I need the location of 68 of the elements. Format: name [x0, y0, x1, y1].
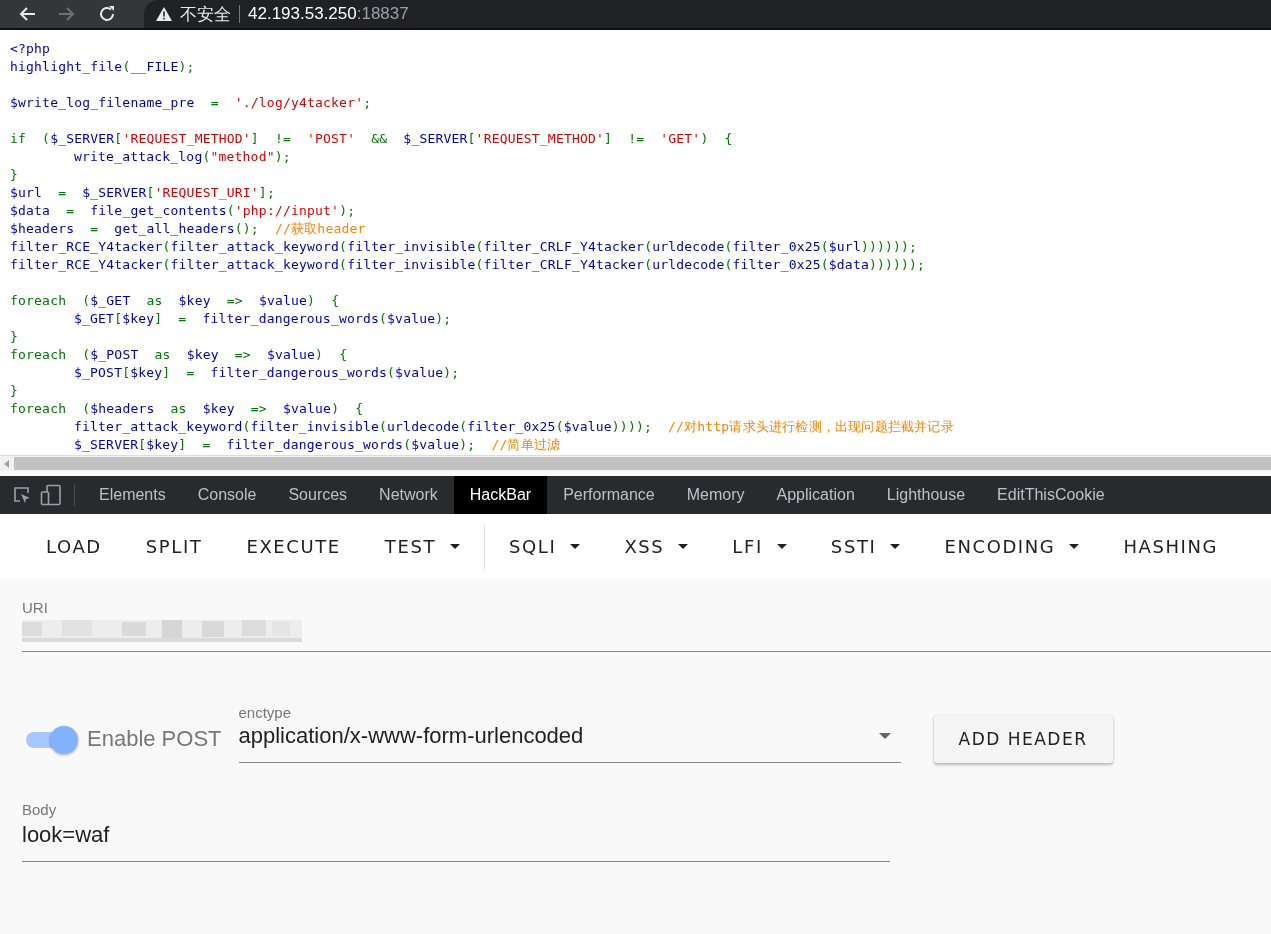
- devtools-tab[interactable]: EditThisCookie: [981, 476, 1121, 514]
- url-host: 42.193.53.250: [248, 4, 357, 24]
- caret-icon: [1069, 544, 1080, 549]
- caret-icon: [450, 544, 461, 549]
- caret-icon: [890, 544, 901, 549]
- toolbar-button[interactable]: XSS: [602, 525, 711, 568]
- inspect-icon[interactable]: [12, 485, 32, 505]
- switch-label: Enable POST: [87, 725, 222, 752]
- uri-field[interactable]: URI: [22, 599, 1271, 652]
- code-line: highlight_file(__FILE);: [10, 58, 195, 76]
- body-field[interactable]: Body look=waf: [22, 801, 890, 862]
- enable-post-switch[interactable]: [24, 724, 78, 753]
- devtools-tab[interactable]: Performance: [547, 476, 671, 514]
- devtools-tab[interactable]: Sources: [272, 476, 364, 514]
- device-toolbar-icon[interactable]: [40, 484, 62, 506]
- enctype-select[interactable]: enctype application/x-www-form-urlencoded: [238, 704, 901, 763]
- url-port: :18837: [356, 4, 409, 24]
- caret-icon: [678, 544, 689, 549]
- caret-icon: [878, 733, 891, 739]
- reload-icon[interactable]: [98, 5, 116, 23]
- code-line: }: [10, 328, 19, 346]
- code-line: $_GET[$key] = filter_dangerous_words($value);: [74, 310, 452, 328]
- horizontal-scrollbar[interactable]: [0, 455, 1271, 471]
- code-line: $headers = get_all_headers(); //获取header: [10, 220, 366, 238]
- field-label: URI: [22, 599, 49, 616]
- code-line: $_SERVER[$key] = filter_dangerous_words($value); //简单过滤: [74, 436, 561, 454]
- code-line: $data = file_get_contents('php://input');: [10, 202, 356, 220]
- toolbar-button[interactable]: LFI: [710, 525, 809, 568]
- field-label: Body: [22, 801, 58, 818]
- address-bar[interactable]: 不安全 42.193.53.250:18837: [144, 0, 1271, 28]
- code-line: foreach ($_POST as $key => $value) {: [10, 346, 348, 364]
- field-label: enctype: [238, 704, 293, 721]
- add-header-button[interactable]: ADD HEADER: [933, 714, 1113, 763]
- code-line: filter_attack_keyword(filter_invisible(urldecode(filter_0x25($value)))); //对http请求头进行检测，出现问题拦截并记录: [74, 418, 954, 436]
- code-line: <?php: [10, 40, 51, 58]
- toolbar-button[interactable]: EXECUTE: [224, 525, 363, 568]
- devtools-tab[interactable]: Application: [760, 476, 871, 514]
- code-line: foreach ($_GET as $key => $value) {: [10, 292, 340, 310]
- code-line: write_attack_log("method");: [74, 148, 291, 166]
- security-label: 不安全: [180, 3, 231, 26]
- toolbar-button[interactable]: SPLIT: [123, 525, 225, 568]
- back-icon[interactable]: [18, 6, 36, 22]
- devtools-tab[interactable]: Lighthouse: [870, 476, 982, 514]
- caret-icon: [570, 544, 581, 549]
- code-line: $url = $_SERVER['REQUEST_URI'];: [10, 184, 275, 202]
- code-line: }: [10, 166, 19, 184]
- code-line: $_POST[$key] = filter_dangerous_words($value);: [74, 364, 460, 382]
- toolbar-button[interactable]: LOAD: [24, 525, 124, 568]
- warning-icon: [156, 7, 172, 21]
- code-line: filter_RCE_Y4tacker(filter_attack_keyword(filter_invisible(filter_CRLF_Y4tacker(urldecode(filter_0x25($data))))));: [10, 256, 926, 274]
- devtools-tab[interactable]: HackBar: [453, 476, 548, 514]
- devtools-tab[interactable]: Console: [181, 476, 273, 514]
- devtools-tab[interactable]: Network: [363, 476, 454, 514]
- caret-icon: [776, 544, 787, 549]
- toolbar-button[interactable]: HASHING: [1101, 525, 1241, 568]
- devtools-tab[interactable]: Memory: [670, 476, 761, 514]
- field-value: look=waf: [22, 822, 111, 848]
- toolbar-button[interactable]: TEST: [362, 525, 483, 568]
- toolbar-button[interactable]: ENCODING: [922, 525, 1102, 568]
- code-line: $write_log_filename_pre = './log/y4tacker';: [10, 94, 372, 112]
- select-value: application/x-www-form-urlencoded: [238, 723, 584, 749]
- toolbar-button[interactable]: SQLI: [487, 525, 603, 568]
- devtools-tab[interactable]: Elements: [83, 476, 182, 514]
- toolbar-button[interactable]: SSTI: [808, 525, 923, 568]
- code-line: if ($_SERVER['REQUEST_METHOD'] != 'POST' && $_SERVER['REQUEST_METHOD'] != 'GET') {: [10, 130, 733, 148]
- code-line: foreach ($headers as $key => $value) {: [10, 400, 364, 418]
- code-line: }: [10, 382, 19, 400]
- code-line: filter_RCE_Y4tacker(filter_attack_keyword(filter_invisible(filter_CRLF_Y4tacker(urldecode(filter_0x25($url))))));: [10, 238, 918, 256]
